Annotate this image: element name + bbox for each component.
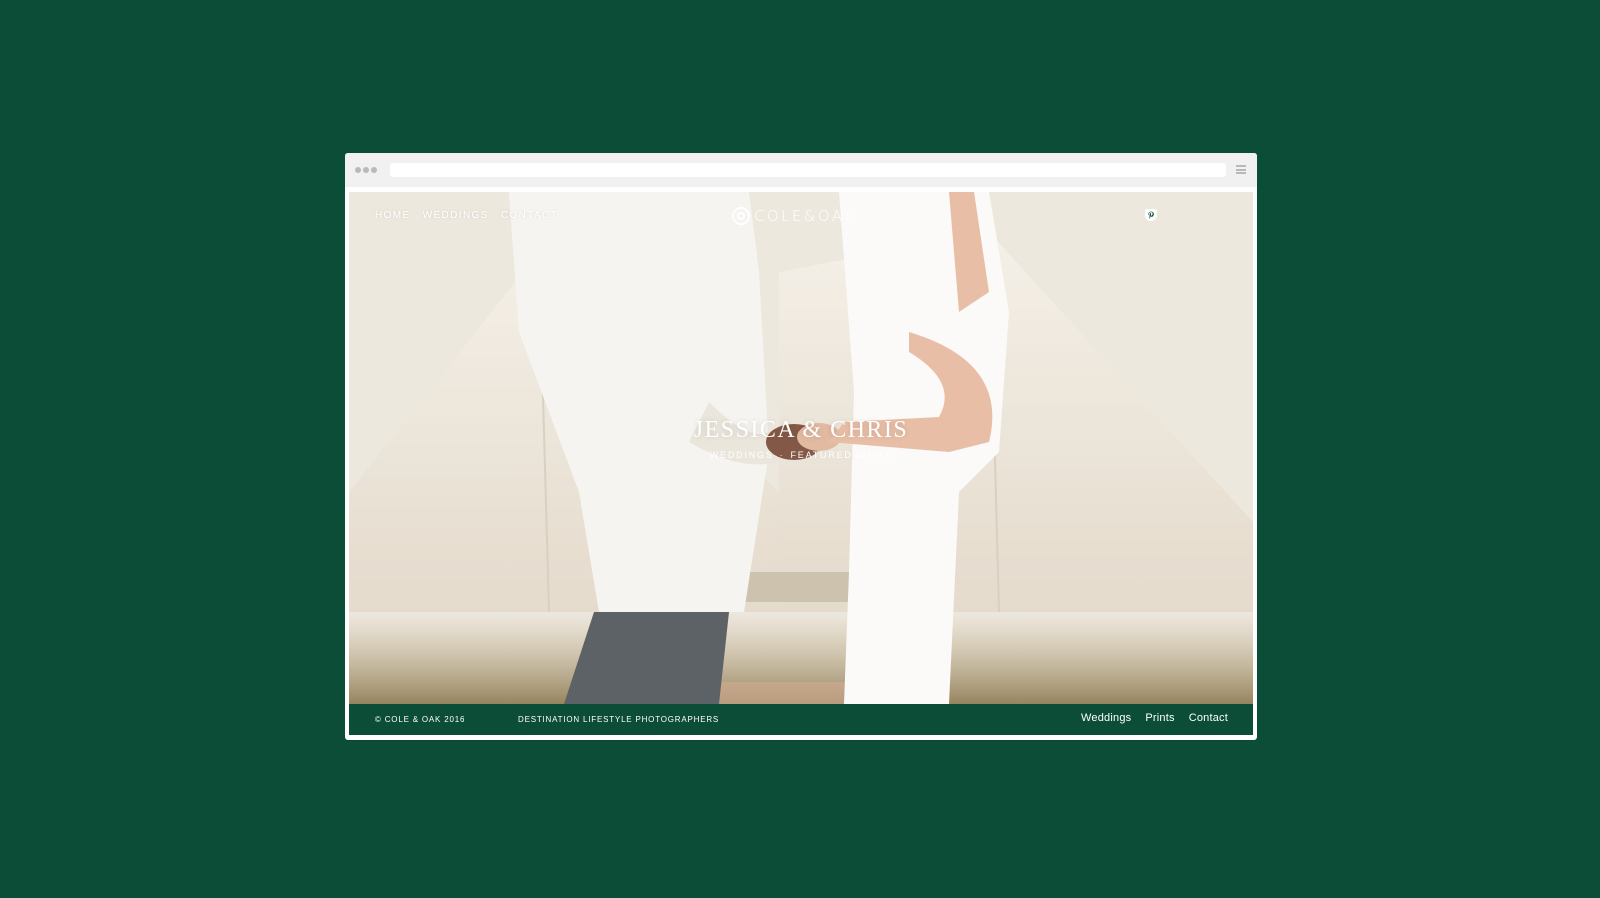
site-logo[interactable]: COLE&OAK: [732, 205, 857, 227]
footer-link-prints[interactable]: Prints: [1145, 712, 1174, 724]
gallery-title: JESSICA & CHRIS: [693, 417, 909, 443]
gallery-headline: JESSICA & CHRIS WEDDINGS · FEATURED WORK: [349, 417, 1253, 460]
site-footer: © COLE & OAK 2016 DESTINATION LIFESTYLE …: [349, 704, 1253, 735]
twitter-icon[interactable]: [1145, 209, 1175, 221]
address-bar[interactable]: [390, 163, 1226, 177]
logo-mark-icon: [732, 207, 750, 225]
pinterest-icon[interactable]: [1145, 209, 1229, 221]
tagline-text: DESTINATION LIFESTYLE PHOTOGRAPHERS: [518, 715, 720, 724]
footer-link-weddings[interactable]: Weddings: [1081, 712, 1131, 724]
instagram-icon[interactable]: [1145, 209, 1193, 221]
window-dot-close[interactable]: [355, 167, 361, 173]
category-weddings[interactable]: WEDDINGS: [710, 450, 774, 460]
window-controls: [355, 167, 377, 173]
copyright-text: © COLE & OAK 2016: [375, 715, 466, 724]
browser-mockup: HOME WEDDINGS CONTACT COLE&OAK JESSICA &…: [345, 153, 1257, 740]
window-dot-minimize[interactable]: [363, 167, 369, 173]
footer-nav: Weddings Prints Contact: [1081, 712, 1228, 724]
social-links: [1145, 209, 1229, 221]
gallery-categories: WEDDINGS · FEATURED WORK: [349, 450, 1253, 460]
window-dot-maximize[interactable]: [371, 167, 377, 173]
hamburger-icon[interactable]: [1236, 165, 1246, 174]
email-icon[interactable]: [1145, 209, 1211, 221]
nav-home[interactable]: HOME: [375, 210, 411, 221]
footer-link-contact[interactable]: Contact: [1189, 712, 1228, 724]
category-separator: ·: [779, 450, 785, 460]
nav-weddings[interactable]: WEDDINGS: [423, 210, 489, 221]
browser-toolbar: [345, 153, 1257, 187]
nav-contact[interactable]: CONTACT: [501, 210, 558, 221]
website-viewport: HOME WEDDINGS CONTACT COLE&OAK JESSICA &…: [349, 192, 1253, 735]
category-featured-work[interactable]: FEATURED WORK: [790, 450, 892, 460]
logo-text: COLE&OAK: [754, 207, 857, 225]
main-nav: HOME WEDDINGS CONTACT: [375, 210, 558, 221]
hero-photo: HOME WEDDINGS CONTACT COLE&OAK JESSICA &…: [349, 192, 1253, 704]
